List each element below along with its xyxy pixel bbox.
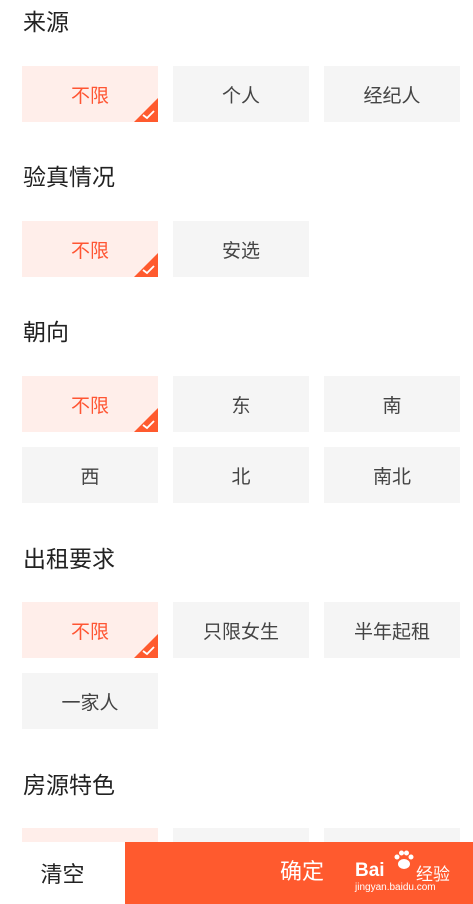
option-label: 不限 [70, 620, 109, 643]
option-source-agent[interactable]: 经纪人 [324, 66, 460, 122]
option-label: 东 [231, 394, 251, 417]
option-label: 不限 [70, 394, 109, 417]
confirm-label: 确定 [280, 860, 325, 885]
checkmark-icon [134, 408, 158, 432]
checkmark-icon [134, 634, 158, 658]
section-title-rental-requirements: 出租要求 [23, 547, 115, 573]
footer-bar: 清空 确定 Bai 经验 jingyan.baidu.com [0, 842, 473, 904]
baidu-jingyan-watermark: Bai 经验 jingyan.baidu.com [355, 848, 470, 898]
option-label: 西 [80, 465, 100, 488]
option-source-individual[interactable]: 个人 [173, 66, 309, 122]
option-orientation-north-south[interactable]: 南北 [324, 447, 460, 503]
option-rental-unlimited[interactable]: 不限 [22, 602, 158, 658]
option-orientation-south[interactable]: 南 [324, 376, 460, 432]
section-title-verification: 验真情况 [23, 165, 115, 191]
option-source-unlimited[interactable]: 不限 [22, 66, 158, 122]
option-label: 个人 [221, 84, 260, 107]
option-orientation-east[interactable]: 东 [173, 376, 309, 432]
option-label: 一家人 [61, 691, 119, 714]
checkmark-icon [134, 253, 158, 277]
option-label: 南 [382, 394, 402, 417]
option-orientation-unlimited[interactable]: 不限 [22, 376, 158, 432]
option-orientation-west[interactable]: 西 [22, 447, 158, 503]
option-label: 不限 [70, 84, 109, 107]
option-label: 不限 [70, 239, 109, 262]
baidu-paw-icon [394, 850, 414, 869]
section-title-source: 来源 [23, 10, 69, 36]
option-verification-unlimited[interactable]: 不限 [22, 221, 158, 277]
option-label: 只限女生 [202, 620, 279, 643]
option-label: 安选 [221, 239, 260, 262]
option-label: 经纪人 [363, 84, 421, 107]
option-rental-family[interactable]: 一家人 [22, 673, 158, 729]
option-rental-half-year[interactable]: 半年起租 [324, 602, 460, 658]
clear-button[interactable]: 清空 [0, 842, 125, 904]
section-title-orientation: 朝向 [23, 320, 69, 346]
option-label: 南北 [372, 465, 411, 488]
section-title-listing-features: 房源特色 [23, 773, 115, 799]
watermark-url: jingyan.baidu.com [355, 882, 436, 893]
option-label: 北 [231, 465, 251, 488]
option-verification-anxuan[interactable]: 安选 [173, 221, 309, 277]
option-orientation-north[interactable]: 北 [173, 447, 309, 503]
confirm-button[interactable]: 确定 Bai 经验 jingyan.baidu.com [125, 842, 473, 904]
option-rental-women-only[interactable]: 只限女生 [173, 602, 309, 658]
option-label: 半年起租 [353, 620, 430, 643]
watermark-logo: Bai [355, 860, 385, 881]
checkmark-icon [134, 98, 158, 122]
